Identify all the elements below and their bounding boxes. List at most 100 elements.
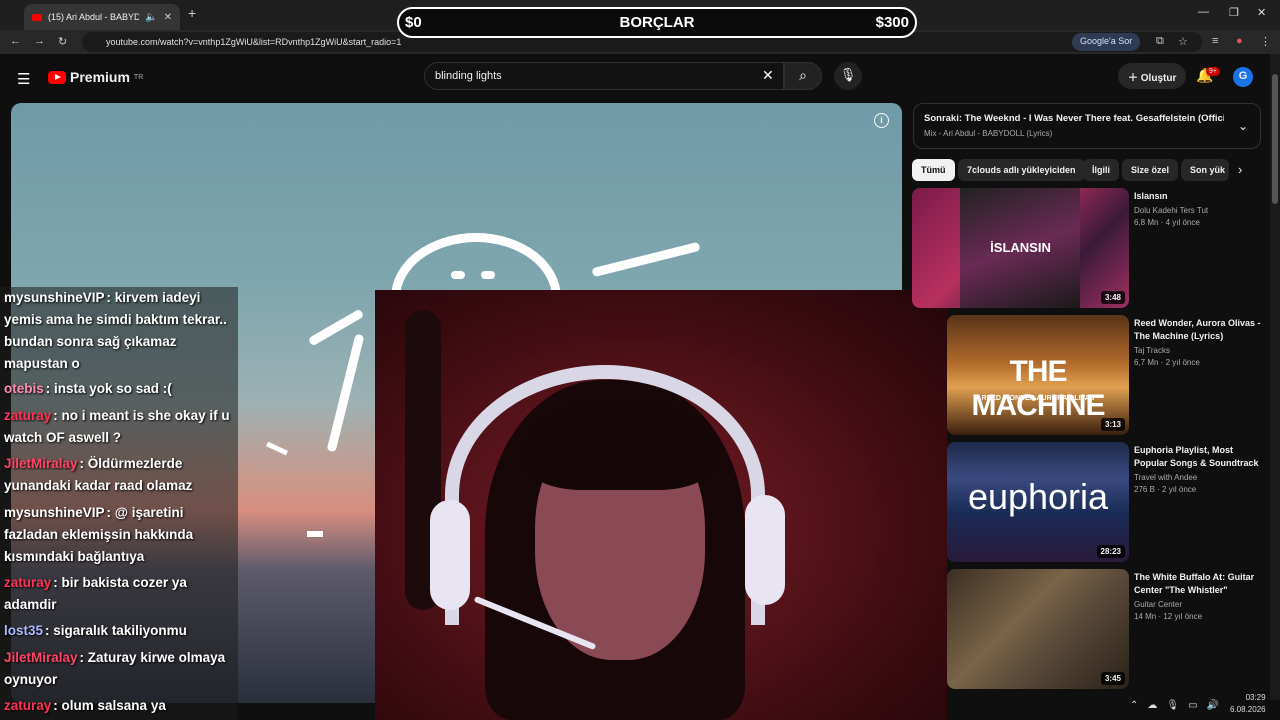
chip-uploader[interactable]: 7clouds adlı yükleyiciden [958,159,1085,181]
list-item[interactable]: euphoria 28:23 Euphoria Playlist, Most P… [947,442,1267,562]
search-input[interactable]: blinding lights [424,62,784,90]
list-item[interactable]: 3:45 The White Buffalo At: Guitar Center… [947,569,1267,689]
webcam-overlay [375,290,947,720]
search-icon: ⌕ [799,67,807,83]
thumbnail-subtext: REED WONDER AURORA OLIVAS [981,395,1095,402]
mic-tray-icon[interactable]: 🎙 [1166,700,1179,711]
bookmark-star-icon[interactable]: ☆ [1178,35,1188,48]
debt-right: $300 [875,14,909,31]
thumbnail-text: İSLANSIN [990,240,1051,255]
youtube-favicon-icon [32,13,42,21]
debt-left: $0 [405,14,422,31]
forward-icon[interactable]: → [34,35,45,47]
search-button[interactable]: ⌕ [784,62,822,90]
maximize-icon[interactable]: ❐ [1229,6,1239,19]
thumbnail-text: THE MACHINE [971,355,1106,422]
brush-stroke [591,241,701,278]
channel-name[interactable]: Travel with Andee [1134,473,1264,482]
brush-stroke [265,441,289,456]
video-title[interactable]: Islansın [1134,190,1264,203]
voice-search-icon[interactable]: 🎙 [834,62,862,90]
back-icon[interactable]: ← [10,35,21,47]
clear-search-icon[interactable]: ✕ [762,67,774,84]
tab-title: (15) Ari Abdul - BABYDOLL [48,12,140,22]
chat-message: JiletMiralay: Zaturay kirwe olmaya oynuy… [4,650,226,687]
google-ask-button[interactable]: Google'a Sor [1072,33,1141,51]
video-thumbnail[interactable]: 3:45 [947,569,1129,689]
volume-icon[interactable]: 🔊 [1207,700,1219,711]
video-title[interactable]: Reed Wonder, Aurora Olivas - The Machine… [1134,317,1264,343]
tray-expand-icon[interactable]: ⌃ [1130,700,1138,711]
video-info: Islansın Dolu Kadehi Ters Tut 6,8 Mn · 4… [1134,190,1264,227]
channel-name[interactable]: Guitar Center [1134,600,1264,609]
headset-cup [430,500,470,610]
chip-all[interactable]: Tümü [912,159,955,181]
reading-list-icon[interactable]: ≡ [1212,35,1218,47]
youtube-header: ☰ Premium TR blinding lights ✕ ⌕ 🎙 ＋ Olu… [0,54,1270,100]
debt-overlay: $0 BORÇLAR $300 [397,7,917,38]
duration-badge: 3:45 [1100,672,1125,685]
chip-recent[interactable]: Son yük [1181,159,1229,181]
audio-icon[interactable]: 🔈 [145,12,157,23]
display-icon[interactable]: ▭ [1188,700,1197,711]
network-icon[interactable]: ☁ [1147,700,1157,711]
youtube-play-icon [48,70,66,84]
video-info: Reed Wonder, Aurora Olivas - The Machine… [1134,317,1264,367]
chip-related[interactable]: İlgili [1083,159,1119,181]
create-button[interactable]: ＋ Oluştur [1118,63,1187,89]
chevron-right-icon[interactable]: › [1238,162,1242,177]
video-title[interactable]: The White Buffalo At: Guitar Center "The… [1134,571,1264,597]
chat-message: lost35: sigaralık takiliyonmu [4,623,187,638]
avatar[interactable]: G [1233,67,1253,87]
browser-menu-icon[interactable]: ⋮ [1260,35,1271,48]
info-icon[interactable]: i [874,113,889,128]
video-title[interactable]: Euphoria Playlist, Most Popular Songs & … [1134,444,1264,470]
youtube-logo[interactable]: Premium TR [48,69,143,85]
video-meta: 6,8 Mn · 4 yıl önce [1134,218,1200,227]
headset-shape [445,365,765,625]
new-tab-icon[interactable]: + [188,5,196,21]
cloud-eye [451,271,465,279]
chat-message: otebis: insta yok so sad :( [4,381,172,396]
brush-stroke [307,531,323,537]
browser-tab[interactable]: (15) Ari Abdul - BABYDOLL 🔈 ✕ [24,4,180,30]
logo-text: Premium [70,69,130,85]
duration-badge: 3:48 [1100,291,1125,304]
brush-stroke [326,333,365,453]
chevron-down-icon[interactable]: ⌄ [1238,119,1248,133]
minimize-icon[interactable]: — [1198,6,1209,18]
video-meta: 14 Mn · 12 yıl önce [1134,612,1203,621]
channel-name[interactable]: Taj Tracks [1134,346,1264,355]
up-next-subtitle: Mix - Ari Abdul - BABYDOLL (Lyrics) [924,129,1053,138]
list-item[interactable]: THE MACHINE REED WONDER AURORA OLIVAS 3:… [947,315,1267,435]
close-window-icon[interactable]: ✕ [1257,6,1266,19]
chat-message: mysunshineVIP: @ işaretini fazladan ekle… [4,505,194,564]
video-thumbnail[interactable]: THE MACHINE REED WONDER AURORA OLIVAS 3:… [947,315,1129,435]
video-thumbnail[interactable]: İSLANSIN 3:48 [912,188,1129,308]
notification-count-badge: 9+ [1206,67,1220,76]
video-info: The White Buffalo At: Guitar Center "The… [1134,571,1264,621]
up-next-card[interactable]: Sonraki: The Weeknd - I Was Never There … [913,103,1261,149]
chat-message: zaturay: bir bakista cozer ya adamdir [4,575,187,612]
install-icon[interactable]: ⧉ [1156,35,1164,48]
video-meta: 276 B · 2 yıl önce [1134,485,1197,494]
logo-region: TR [133,73,144,81]
list-item[interactable]: İSLANSIN 3:48 Islansın Dolu Kadehi Ters … [912,188,1232,308]
hamburger-menu-icon[interactable]: ☰ [17,70,30,88]
duration-badge: 28:23 [1096,545,1125,558]
cloud-eye [481,271,495,279]
system-clock[interactable]: 03:29 6.08.2026 [1230,692,1266,716]
chip-for-you[interactable]: Size özel [1122,159,1179,181]
close-tab-icon[interactable]: ✕ [164,12,172,23]
scrollbar-thumb[interactable] [1272,74,1278,204]
headset-cup [745,495,785,605]
profile-icon[interactable]: ● [1236,35,1243,47]
chat-message: zaturay: olum salsana ya [4,698,166,713]
clock-time: 03:29 [1245,693,1266,702]
reload-icon[interactable]: ↻ [58,35,67,48]
duration-badge: 3:13 [1100,418,1125,431]
channel-name[interactable]: Dolu Kadehi Ters Tut [1134,206,1264,215]
page-scrollbar[interactable] [1270,54,1280,700]
video-meta: 6,7 Mn · 2 yıl önce [1134,358,1200,367]
video-thumbnail[interactable]: euphoria 28:23 [947,442,1129,562]
